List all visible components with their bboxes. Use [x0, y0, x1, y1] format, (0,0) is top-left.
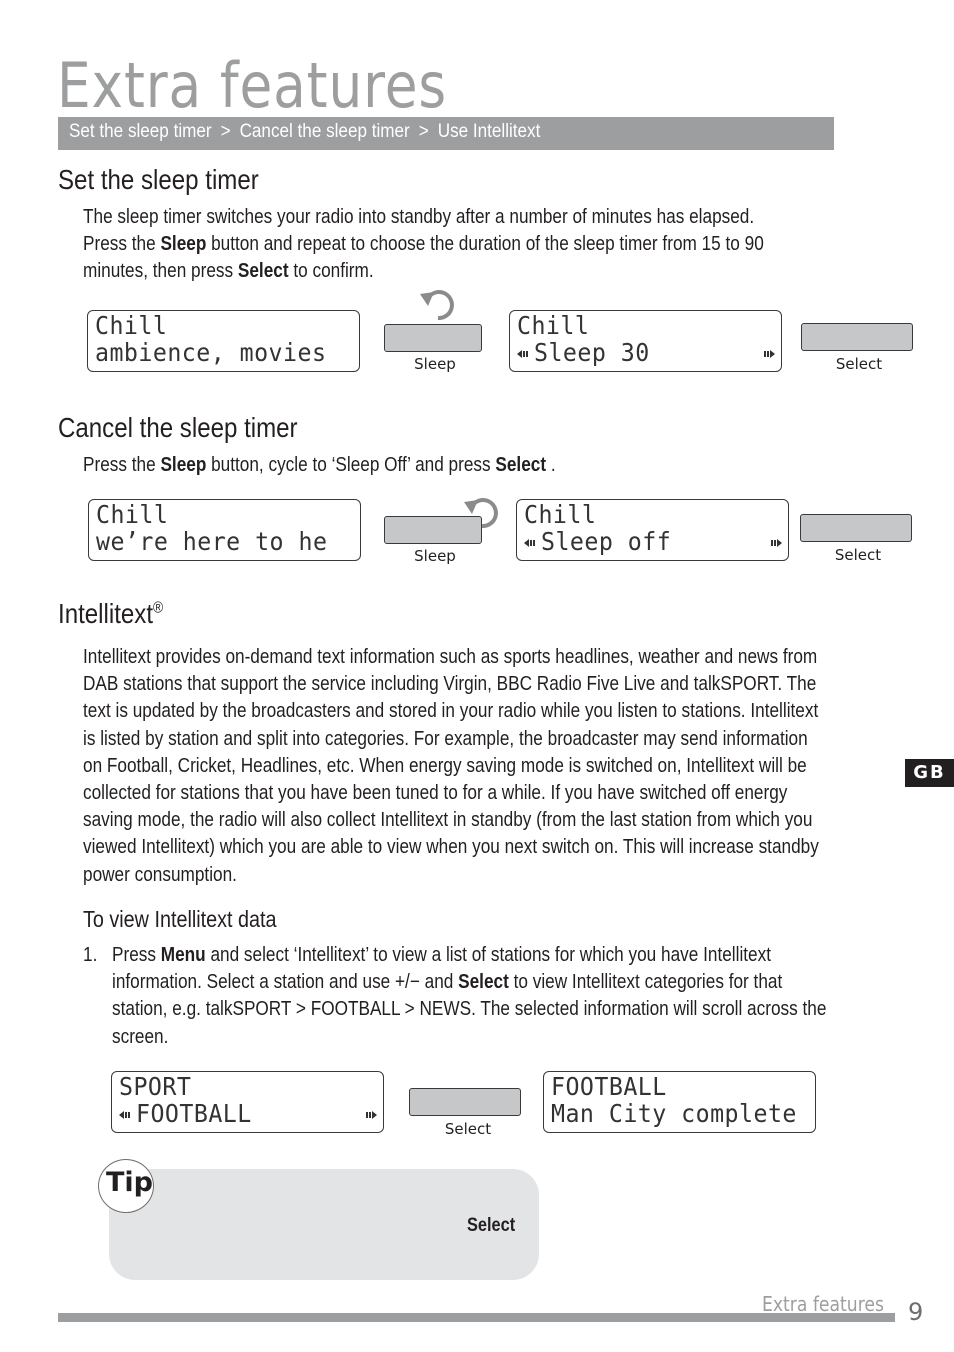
text-line: saving mode, the radio will also collect… — [83, 809, 813, 832]
breadcrumb-separator: > — [220, 121, 231, 142]
set-sleep-paragraph: The sleep timer switches your radio into… — [83, 204, 764, 286]
right-arrow-icon — [771, 539, 782, 547]
lcd-line-2: Sleep 30 — [534, 338, 650, 367]
lcd-display: Sleep 30 Chill — [509, 310, 782, 372]
sleep-keyword: Sleep — [160, 233, 207, 256]
left-arrow-icon — [517, 350, 528, 358]
select-button-label: Select — [444, 1120, 492, 1138]
text-line: Press the Sleep button, cycle to ‘Sleep … — [83, 454, 556, 476]
text-line: collected for stations that you have bee… — [83, 782, 788, 805]
right-arrow-icon — [764, 350, 775, 358]
lcd-line-1: Chill — [96, 500, 169, 529]
section-heading-cancel-sleep-timer: Cancel the sleep timer — [58, 412, 298, 443]
footer-section-label: Extra features — [762, 1292, 884, 1316]
lcd-display: FOOTBALL Man City complete — [543, 1071, 816, 1133]
rotate-arrow-icon — [464, 498, 498, 529]
select-button-label: Select — [835, 355, 883, 373]
lcd-line-1: SPORT — [119, 1072, 192, 1101]
text-line: The sleep timer switches your radio into… — [83, 206, 755, 228]
lcd-line-2: FOOTBALL — [136, 1099, 252, 1128]
select-keyword: Select — [458, 971, 509, 994]
text-line: Press Menu and select ‘Intellitext’ to v… — [112, 944, 771, 966]
lcd-line-1: FOOTBALL — [551, 1072, 667, 1101]
lcd-line-2: we’re here to he — [96, 527, 328, 556]
menu-keyword: Menu — [160, 944, 206, 966]
sleep-button-label: Sleep — [414, 547, 456, 565]
lcd-display: Chill we’re here to he — [88, 499, 361, 561]
breadcrumb: Set the sleep timer > Cancel the sleep tim… — [69, 121, 540, 143]
text-line: viewed Intellitext) which you are able t… — [83, 836, 819, 859]
text-line: on Football, Cricket, Headlines, etc. Wh… — [83, 754, 807, 777]
left-arrow-icon — [119, 1111, 130, 1119]
left-arrow-icon — [524, 539, 535, 547]
lcd-display: Chill ambience, movies — [87, 310, 360, 372]
right-arrow-icon — [366, 1111, 377, 1119]
intellitext-paragraph: Intellitext provides on-demand text info… — [83, 644, 819, 889]
language-tab-gb[interactable]: GB — [905, 759, 954, 787]
lcd-line-2: Sleep off — [541, 527, 672, 556]
sleep-button-label: Sleep — [414, 355, 456, 373]
text-line: power consumption. — [83, 863, 237, 886]
lcd-line-1: Chill — [95, 311, 168, 340]
sleep-keyword: Sleep — [160, 454, 207, 476]
lcd-line-1: Chill — [517, 311, 590, 340]
lcd-line-2: ambience, movies — [95, 338, 327, 367]
breadcrumb-separator: > — [418, 121, 429, 142]
breadcrumb-item: Set the sleep timer — [69, 121, 212, 142]
select-keyword: Select — [237, 260, 289, 283]
select-button[interactable] — [409, 1088, 521, 1116]
lcd-line-2: Man City complete — [551, 1099, 797, 1128]
subheading-view-intellitext: To view Intellitext data — [83, 906, 277, 932]
text-line: screen. — [112, 1025, 169, 1048]
tip-label: Tip — [106, 1167, 153, 1198]
page-title: Extra features — [57, 49, 448, 122]
sleep-button[interactable] — [384, 324, 482, 352]
section-heading-set-sleep-timer: Set the sleep timer — [58, 164, 259, 195]
select-button[interactable] — [801, 323, 913, 351]
cancel-sleep-paragraph: Press the Sleep button, cycle to ‘Sleep … — [83, 452, 556, 479]
registered-mark: ® — [153, 599, 164, 617]
lcd-display: SPORT FOOTBALL — [111, 1071, 384, 1133]
select-button-label: Select — [834, 546, 882, 564]
select-button[interactable] — [800, 514, 912, 542]
text-line: Intellitext provides on-demand text info… — [83, 646, 818, 668]
text-line: minutes, then press Select to confirm. — [83, 260, 374, 283]
lcd-line-1: Chill — [524, 500, 597, 529]
text-line: text is updated by the broadcasters and … — [83, 700, 819, 723]
rotate-arrow-icon — [420, 290, 454, 321]
breadcrumb-item: Cancel the sleep timer — [239, 121, 410, 142]
text-line: station, e.g. talkSPORT > FOOTBALL > NEW… — [112, 998, 827, 1021]
section-heading-intellitext: Intellitext® — [58, 598, 164, 629]
text-line: Press the Sleep button and repeat to cho… — [83, 233, 764, 256]
step-1-text: Press Menu and select ‘Intellitext’ to v… — [112, 942, 826, 1051]
text-line: DAB stations that support the service in… — [83, 673, 817, 696]
tip-text: Select — [467, 1215, 516, 1236]
page-number: 9 — [908, 1298, 924, 1326]
step-number: 1. — [83, 944, 98, 966]
lcd-display: Chill Sleep off — [516, 499, 789, 561]
breadcrumb-item: Use Intellitext — [437, 121, 541, 142]
text-line: information. Select a station and use +/… — [112, 971, 783, 994]
select-keyword: Select — [495, 454, 547, 476]
text-line: is listed by station and split into cate… — [83, 727, 808, 750]
